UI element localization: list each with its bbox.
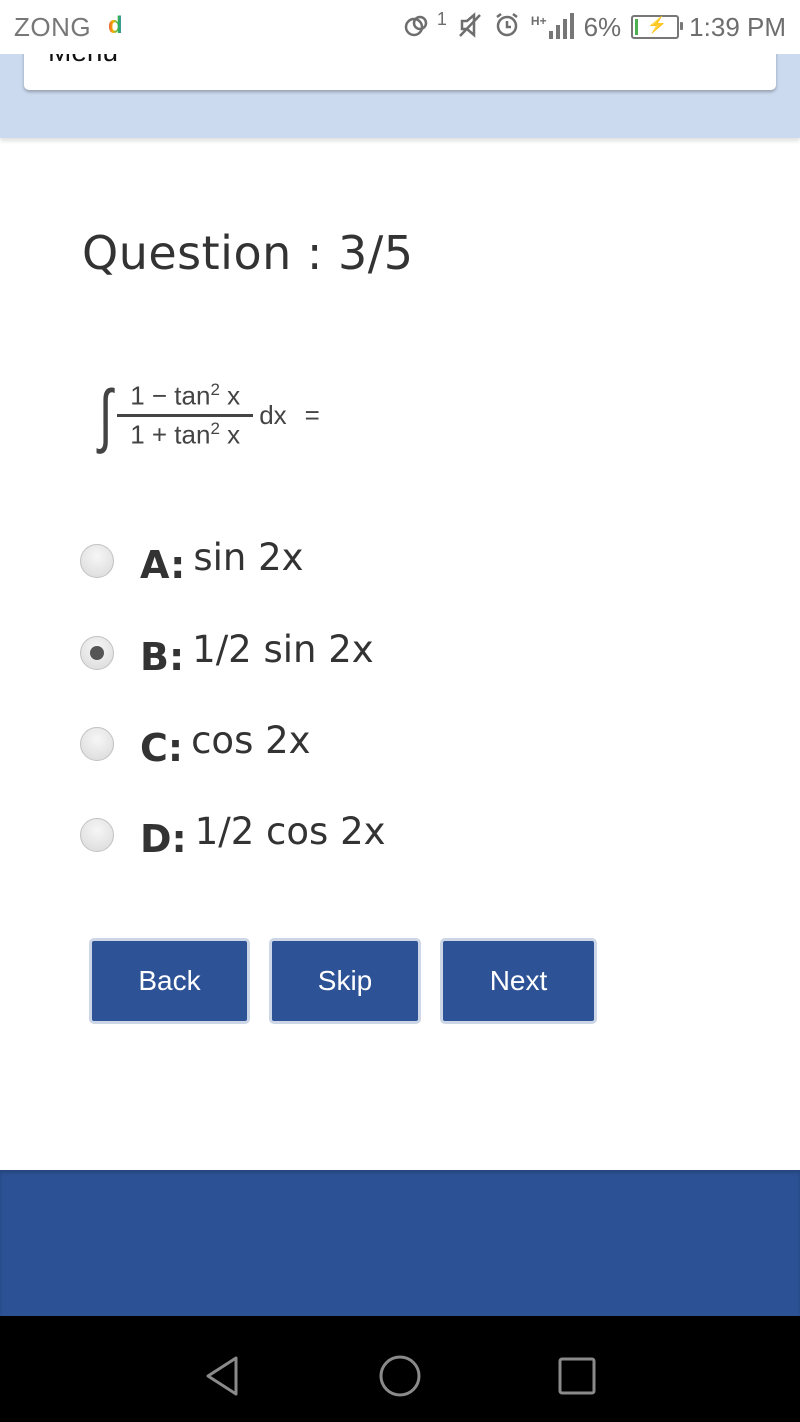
option-text: sin 2x — [193, 535, 304, 579]
fraction: 1 − tan2 x 1 + tan2 x — [117, 380, 254, 451]
denominator: 1 + tan2 x — [128, 417, 242, 451]
question-title: Question : 3/5 — [82, 226, 414, 280]
numerator: 1 − tan2 x — [128, 380, 242, 414]
radio-c[interactable] — [80, 727, 114, 761]
option-letter: A: — [140, 543, 186, 587]
question-formula: ∫ 1 − tan2 x 1 + tan2 x dx = — [96, 372, 320, 458]
denominator-variable: x — [227, 419, 241, 450]
differential: dx — [259, 399, 287, 430]
equals-sign: = — [304, 399, 320, 430]
option-text: cos 2x — [191, 718, 311, 762]
option-a[interactable]: A: sin 2x — [80, 535, 304, 587]
back-button[interactable]: Back — [89, 938, 250, 1024]
option-b[interactable]: B: 1/2 sin 2x — [80, 627, 374, 679]
option-letter: C: — [140, 726, 184, 770]
back-triangle-icon — [206, 1356, 238, 1396]
navigation-bar — [0, 1316, 800, 1422]
option-letter: D: — [140, 817, 187, 861]
nav-back-button[interactable] — [192, 1346, 252, 1406]
recents-square-icon — [558, 1357, 596, 1395]
denominator-text: 1 + tan — [130, 419, 211, 450]
carrier-app-icon: d — [108, 12, 123, 39]
nav-home-button[interactable] — [370, 1346, 430, 1406]
status-bar: ZONG d 1 H+ 6% ⚡ 1:39 PM — [0, 0, 800, 54]
clock: 1:39 PM — [689, 11, 786, 42]
network-type: H+ — [530, 14, 547, 28]
radio-a[interactable] — [80, 544, 114, 578]
numerator-exponent: 2 — [210, 379, 220, 399]
carrier-name: ZONG — [14, 12, 92, 42]
skip-button[interactable]: Skip — [269, 938, 421, 1024]
home-circle-icon — [379, 1355, 421, 1397]
radio-d[interactable] — [80, 818, 114, 852]
integral-symbol: ∫ — [98, 376, 113, 454]
sync-badge: 1 — [436, 8, 447, 29]
battery-level — [635, 19, 639, 35]
numerator-text: 1 − tan — [130, 380, 211, 411]
nav-recents-button[interactable] — [547, 1346, 607, 1406]
signal-icon: H+ — [530, 13, 574, 39]
footer — [0, 1170, 800, 1316]
denominator-exponent: 2 — [210, 418, 220, 438]
option-d[interactable]: D: 1/2 cos 2x — [80, 809, 386, 861]
radio-b[interactable] — [80, 636, 114, 670]
next-button[interactable]: Next — [440, 938, 597, 1024]
option-text: 1/2 sin 2x — [192, 627, 374, 671]
mute-icon — [457, 12, 483, 42]
charging-bolt-icon: ⚡ — [647, 17, 668, 34]
battery-charging-icon: ⚡ — [631, 15, 684, 39]
option-c[interactable]: C: cos 2x — [80, 718, 311, 770]
sync-icon — [403, 12, 431, 42]
option-text: 1/2 cos 2x — [194, 809, 386, 853]
battery-percent: 6% — [583, 11, 622, 42]
alarm-icon — [493, 11, 521, 43]
option-letter: B: — [140, 635, 185, 679]
numerator-variable: x — [227, 380, 241, 411]
